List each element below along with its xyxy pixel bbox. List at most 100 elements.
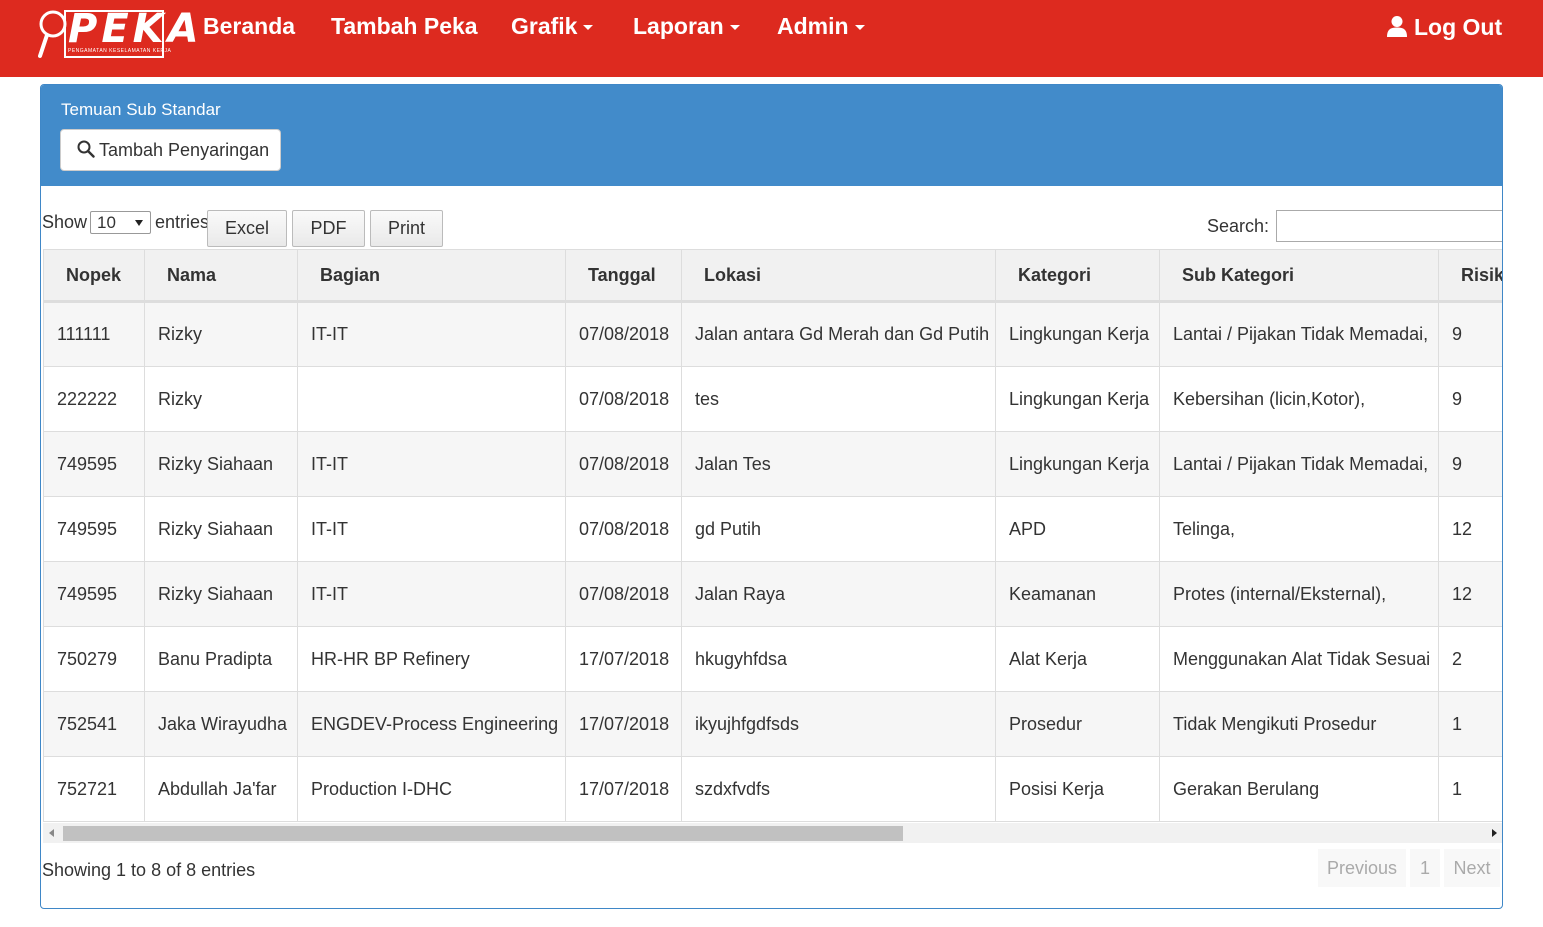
table-header-row: Nopek Nama Bagian Tanggal Lokasi Kategor… [43,249,1502,303]
table-cell: Lantai / Pijakan Tidak Memadai, [1159,431,1439,497]
user-icon [1387,16,1407,37]
table-cell: Telinga, [1159,496,1439,562]
col-header-tanggal[interactable]: Tanggal [565,249,682,303]
table-cell: 1 [1438,691,1502,757]
dropdown-arrow-icon [135,220,143,226]
col-header-kategori[interactable]: Kategori [995,249,1160,303]
data-table-scroll[interactable]: Nopek Nama Bagian Tanggal Lokasi Kategor… [43,249,1502,824]
table-row[interactable]: 222222 Rizky 07/08/2018 tes Lingkungan Kerja… [43,366,1502,432]
horizontal-scrollbar[interactable] [43,823,1502,843]
table-cell: 749595 [43,561,145,627]
add-filter-button[interactable]: Tambah Penyaringan [60,129,281,171]
table-cell: Menggunakan Alat Tidak Sesuai [1159,626,1439,692]
page-1-button[interactable]: 1 [1410,849,1440,887]
table-cell: Prosedur [995,691,1160,757]
table-cell: 07/08/2018 [565,561,682,627]
table-cell: Lingkungan Kerja [995,301,1160,367]
table-cell: Jalan antara Gd Merah dan Gd Putih [681,301,996,367]
table-row[interactable]: 752541 Jaka Wirayudha ENGDEV-Process Engin… [43,691,1502,757]
table-cell: IT-IT [297,561,566,627]
nav-laporan-dropdown[interactable]: Laporan [633,13,740,40]
temuan-panel: Temuan Sub Standar Tambah Penyaringan Sh… [40,84,1503,909]
table-row[interactable]: 752721 Abdullah Ja'far Production I-DHC 17/… [43,756,1502,822]
table-cell: 17/07/2018 [565,691,682,757]
table-row[interactable]: 750279 Banu Pradipta HR-HR BP Refinery 17/0… [43,626,1502,692]
nav-grafik-dropdown[interactable]: Grafik [511,13,594,40]
page-length-value: 10 [97,213,116,232]
table-cell: 07/08/2018 [565,431,682,497]
table-row[interactable]: 749595 Rizky Siahaan IT-IT 07/08/2018 Jalan … [43,561,1502,627]
table-cell: 07/08/2018 [565,301,682,367]
table-cell: 9 [1438,431,1502,497]
table-cell: Jaka Wirayudha [144,691,298,757]
table-cell: Posisi Kerja [995,756,1160,822]
logo-text: PEKA [68,6,203,52]
table-cell: 17/07/2018 [565,756,682,822]
previous-button[interactable]: Previous [1318,849,1406,887]
table-info: Showing 1 to 8 of 8 entries [42,860,256,880]
panel-title: Temuan Sub Standar [61,100,221,119]
table-cell: 749595 [43,431,145,497]
table-cell: 12 [1438,561,1502,627]
col-header-nama[interactable]: Nama [144,249,298,303]
pdf-button[interactable]: PDF [292,210,365,247]
table-cell: IT-IT [297,431,566,497]
panel-heading: Temuan Sub Standar Tambah Penyaringan [41,85,1502,186]
search-icon [77,140,95,158]
col-header-risiko[interactable]: Risiko [1438,249,1502,303]
col-header-nopek[interactable]: Nopek [43,249,145,303]
entries-label: entries [155,212,210,232]
table-cell: 752541 [43,691,145,757]
table-cell: 750279 [43,626,145,692]
table-cell: szdxfvdfs [681,756,996,822]
table-cell: 9 [1438,366,1502,432]
next-button[interactable]: Next [1444,849,1500,887]
scroll-right-arrow-icon[interactable] [1492,829,1497,837]
table-row[interactable]: 111111 Rizky IT-IT 07/08/2018 Jalan antara G… [43,301,1502,367]
peka-logo[interactable]: PEKA PENGAMATAN KESELAMATAN KERJA [38,8,199,60]
table-cell: Lantai / Pijakan Tidak Memadai, [1159,301,1439,367]
table-cell: 1 [1438,756,1502,822]
table-row[interactable]: 749595 Rizky Siahaan IT-IT 07/08/2018 Jalan … [43,431,1502,497]
navbar: PEKA PENGAMATAN KESELAMATAN KERJA Berand… [0,0,1543,77]
excel-button[interactable]: Excel [207,210,287,247]
nav-tambah-peka[interactable]: Tambah Peka [331,13,478,40]
table-cell: Jalan Raya [681,561,996,627]
caret-down-icon [729,25,740,31]
table-cell: Production I-DHC [297,756,566,822]
table-cell: Abdullah Ja'far [144,756,298,822]
search-input[interactable] [1276,210,1502,242]
table-cell: Alat Kerja [995,626,1160,692]
table-cell: Rizky Siahaan [144,561,298,627]
scroll-left-arrow-icon[interactable] [49,829,54,837]
scrollbar-thumb[interactable] [63,826,903,841]
table-cell [297,366,566,432]
table-cell: ikyujhfgdfsds [681,691,996,757]
table-cell: Banu Pradipta [144,626,298,692]
table-cell: Rizky Siahaan [144,431,298,497]
table-cell: gd Putih [681,496,996,562]
nav-beranda[interactable]: Beranda [203,13,295,40]
data-table: Nopek Nama Bagian Tanggal Lokasi Kategor… [43,249,1502,822]
table-cell: Rizky [144,366,298,432]
table-cell: Rizky [144,301,298,367]
table-cell: Rizky Siahaan [144,496,298,562]
table-cell: Gerakan Berulang [1159,756,1439,822]
table-cell: Kebersihan (licin,Kotor), [1159,366,1439,432]
col-header-sub-kategori[interactable]: Sub Kategori [1159,249,1439,303]
logo-subtitle: PENGAMATAN KESELAMATAN KERJA [68,48,172,54]
col-header-bagian[interactable]: Bagian [297,249,566,303]
col-header-lokasi[interactable]: Lokasi [681,249,996,303]
logout-link[interactable]: Log Out [1386,14,1502,41]
table-cell: 9 [1438,301,1502,367]
table-cell: hkugyhfdsa [681,626,996,692]
table-cell: tes [681,366,996,432]
page-length-select[interactable]: 10 [90,211,151,234]
table-cell: 07/08/2018 [565,496,682,562]
table-cell: Protes (internal/Eksternal), [1159,561,1439,627]
nav-admin-dropdown[interactable]: Admin [777,13,865,40]
table-cell: 111111 [43,301,145,367]
table-cell: 752721 [43,756,145,822]
print-button[interactable]: Print [370,210,443,247]
table-row[interactable]: 749595 Rizky Siahaan IT-IT 07/08/2018 gd Put… [43,496,1502,562]
